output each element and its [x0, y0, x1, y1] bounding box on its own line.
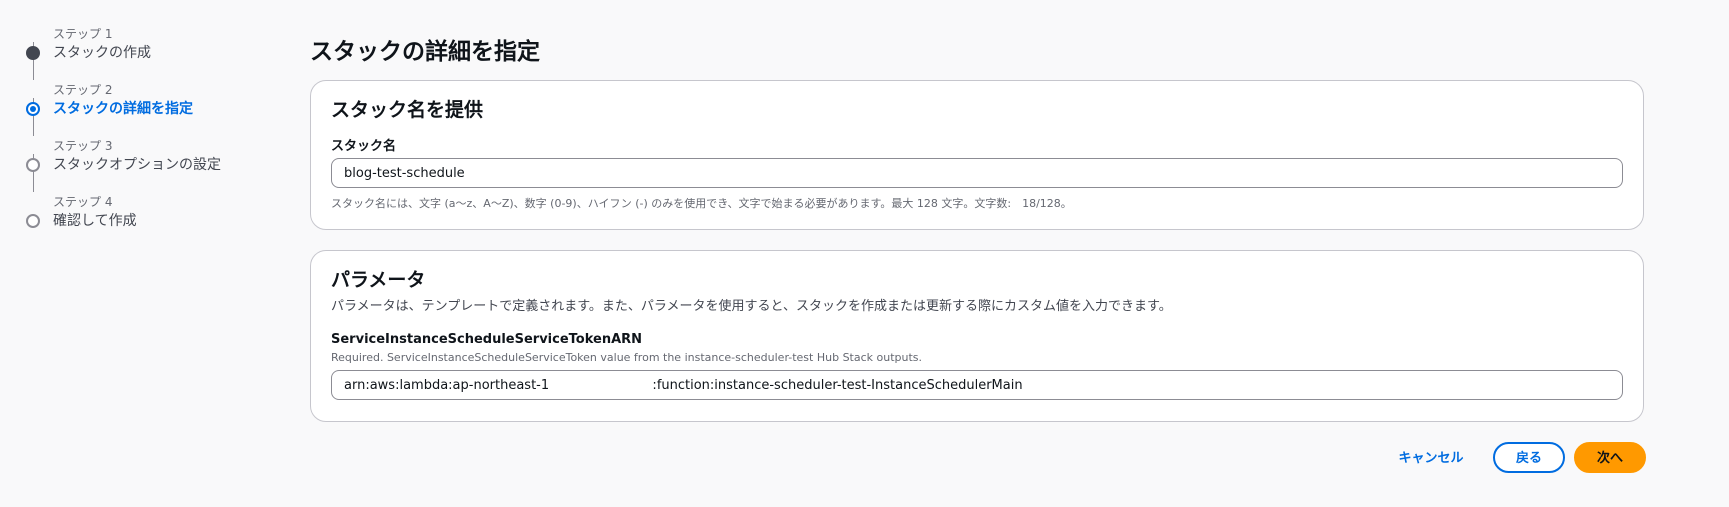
step-label[interactable]: スタックの作成: [53, 42, 151, 62]
wizard-steps: ステップ 1 スタックの作成 ステップ 2 スタックの詳細を指定 ステップ 3 …: [26, 22, 286, 246]
step-4: ステップ 4 確認して作成: [26, 190, 286, 246]
step-completed-icon: [26, 46, 40, 60]
step-3: ステップ 3 スタックオプションの設定: [26, 134, 286, 192]
parameter-help-text: Required. ServiceInstanceScheduleService…: [331, 351, 923, 364]
cloudformation-create-stack-page: ステップ 1 スタックの作成 ステップ 2 スタックの詳細を指定 ステップ 3 …: [0, 0, 1729, 507]
step-label: 確認して作成: [53, 213, 137, 229]
parameter-name: ServiceInstanceScheduleServiceTokenARN: [331, 332, 643, 347]
stack-name-constraint-hint: スタック名には、文字 (a〜z、A〜Z)、数字 (0-9)、ハイフン (-) の…: [331, 197, 1072, 210]
stack-name-section-title: スタック名を提供: [331, 99, 484, 121]
parameters-description: パラメータは、テンプレートで定義されます。また、パラメータを使用すると、スタック…: [331, 299, 1172, 314]
next-button[interactable]: 次へ: [1574, 442, 1646, 473]
step-number: ステップ 1: [53, 27, 113, 41]
step-2: ステップ 2 スタックの詳細を指定: [26, 78, 286, 136]
stack-name-label: スタック名: [331, 139, 397, 154]
step-pending-icon: [26, 214, 40, 228]
step-pending-icon: [26, 158, 40, 172]
step-label: スタックの詳細を指定: [53, 101, 193, 117]
cancel-button[interactable]: キャンセル: [1386, 442, 1476, 473]
service-token-arn-input[interactable]: [331, 370, 1623, 400]
step-1: ステップ 1 スタックの作成: [26, 22, 286, 80]
back-button[interactable]: 戻る: [1493, 442, 1565, 473]
stack-name-input[interactable]: [331, 158, 1623, 188]
step-number: ステップ 2: [53, 83, 113, 97]
step-label: スタックオプションの設定: [53, 157, 221, 173]
parameters-card: パラメータ パラメータは、テンプレートで定義されます。また、パラメータを使用する…: [310, 250, 1644, 422]
step-number: ステップ 3: [53, 139, 113, 153]
page-title: スタックの詳細を指定: [310, 39, 540, 65]
step-number: ステップ 4: [53, 195, 113, 209]
stack-name-card: スタック名を提供 スタック名 スタック名には、文字 (a〜z、A〜Z)、数字 (…: [310, 80, 1644, 230]
parameters-section-title: パラメータ: [331, 269, 426, 291]
step-active-icon: [26, 102, 40, 116]
